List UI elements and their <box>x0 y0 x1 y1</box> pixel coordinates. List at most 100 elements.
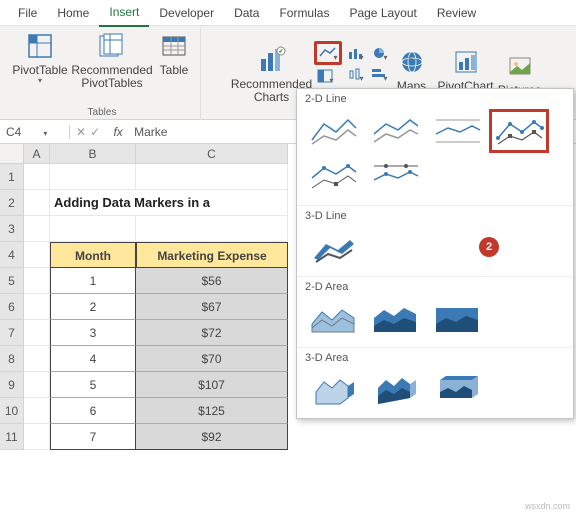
line-chart-gallery: 2-D Line 2 3-D Line 2-D Area 3-D Area <box>296 88 574 419</box>
formula-cancel-enter: ✕✓ <box>70 125 106 139</box>
select-all-corner[interactable] <box>0 144 24 164</box>
cell[interactable] <box>24 320 50 346</box>
tab-file[interactable]: File <box>8 0 47 26</box>
row-header[interactable]: 11 <box>0 424 24 450</box>
pictures-icon <box>504 50 536 82</box>
watermark: wsxdn.com <box>525 501 570 511</box>
3d-area-thumb[interactable] <box>303 368 363 412</box>
cell[interactable] <box>24 372 50 398</box>
cell[interactable] <box>24 242 50 268</box>
cell[interactable] <box>50 216 136 242</box>
tab-formulas[interactable]: Formulas <box>269 0 339 26</box>
line-with-markers-thumb[interactable] <box>489 109 549 153</box>
cell-month[interactable]: 7 <box>50 424 136 450</box>
row-header[interactable]: 3 <box>0 216 24 242</box>
cell-month[interactable]: 5 <box>50 372 136 398</box>
row-header[interactable]: 8 <box>0 346 24 372</box>
row-header[interactable]: 2 <box>0 190 24 216</box>
line-chart-thumb[interactable] <box>303 109 363 153</box>
ribbon-tabs: File Home Insert Developer Data Formulas… <box>0 0 576 26</box>
percent-stacked-area-thumb[interactable] <box>427 297 487 341</box>
header-month[interactable]: Month <box>50 242 136 268</box>
cell[interactable] <box>136 164 288 190</box>
cell[interactable] <box>24 346 50 372</box>
pivottable-button[interactable]: PivotTable ▾ <box>8 28 72 88</box>
chevron-down-icon: ▾ <box>333 53 337 62</box>
recommended-pivottables-label: Recommended PivotTables <box>71 64 152 90</box>
cell-month[interactable]: 1 <box>50 268 136 294</box>
tab-data[interactable]: Data <box>224 0 269 26</box>
stacked-area-thumb[interactable] <box>365 297 425 341</box>
annotation-badge-2: 2 <box>479 237 499 257</box>
section-2d-line <box>297 107 573 206</box>
3d-stacked-area-thumb[interactable] <box>365 368 425 412</box>
cell-expense[interactable]: $70 <box>136 346 288 372</box>
cell[interactable] <box>24 190 50 216</box>
cell[interactable] <box>136 216 288 242</box>
cell-expense[interactable]: $107 <box>136 372 288 398</box>
percent-stacked-line-thumb[interactable] <box>427 109 487 153</box>
section-3d-area-label: 3-D Area <box>297 348 573 366</box>
insert-hierarchy-chart-button[interactable]: ▾ <box>314 66 336 86</box>
stacked-line-markers-thumb[interactable] <box>303 155 363 199</box>
cell-month[interactable]: 4 <box>50 346 136 372</box>
group-tables-label: Tables <box>88 106 117 120</box>
cell[interactable] <box>24 164 50 190</box>
section-2d-area-label: 2-D Area <box>297 277 573 295</box>
cell[interactable] <box>50 164 136 190</box>
name-box[interactable]: C4▾ <box>0 125 70 139</box>
cell-month[interactable]: 3 <box>50 320 136 346</box>
row-header[interactable]: 4 <box>0 242 24 268</box>
cell[interactable] <box>24 424 50 450</box>
cell[interactable] <box>24 398 50 424</box>
3d-line-thumb[interactable] <box>303 226 363 270</box>
cell-expense[interactable]: $56 <box>136 268 288 294</box>
insert-line-chart-button[interactable]: ▾ <box>314 41 342 65</box>
cell-expense[interactable]: $67 <box>136 294 288 320</box>
col-header-b[interactable]: B <box>50 144 136 164</box>
section-3d-line <box>297 224 573 277</box>
cell[interactable] <box>24 216 50 242</box>
cell-expense[interactable]: $72 <box>136 320 288 346</box>
insert-statistic-chart-button[interactable]: ▾ <box>344 64 366 84</box>
cell-month[interactable]: 6 <box>50 398 136 424</box>
pivotchart-icon <box>450 46 482 78</box>
section-2d-area <box>297 295 573 348</box>
title-cell[interactable]: Adding Data Markers in a <box>50 190 288 216</box>
cell-expense[interactable]: $92 <box>136 424 288 450</box>
section-2d-line-label: 2-D Line <box>297 89 573 107</box>
cell[interactable] <box>24 294 50 320</box>
row-header[interactable]: 10 <box>0 398 24 424</box>
recommended-charts-icon <box>256 44 288 76</box>
tab-developer[interactable]: Developer <box>149 0 224 26</box>
tab-pagelayout[interactable]: Page Layout <box>339 0 426 26</box>
recommended-pivottables-button[interactable]: Recommended PivotTables <box>72 28 152 92</box>
row-header[interactable]: 1 <box>0 164 24 190</box>
insert-bar-chart-button[interactable]: ▾ <box>368 64 390 84</box>
row-header[interactable]: 6 <box>0 294 24 320</box>
header-expense[interactable]: Marketing Expense <box>136 242 288 268</box>
row-header[interactable]: 9 <box>0 372 24 398</box>
table-button[interactable]: Table <box>152 28 196 79</box>
cell-expense[interactable]: $125 <box>136 398 288 424</box>
tab-home[interactable]: Home <box>47 0 99 26</box>
insert-pie-chart-button[interactable]: ▾ <box>368 43 390 63</box>
cell-month[interactable]: 2 <box>50 294 136 320</box>
area-thumb[interactable] <box>303 297 363 341</box>
fx-icon[interactable]: fx <box>106 125 130 139</box>
tab-review[interactable]: Review <box>427 0 486 26</box>
row-header[interactable]: 5 <box>0 268 24 294</box>
stacked-line-thumb[interactable] <box>365 109 425 153</box>
cell[interactable] <box>24 268 50 294</box>
percent-stacked-line-markers-thumb[interactable] <box>365 155 425 199</box>
insert-column-chart-button[interactable]: ▾ <box>344 43 366 63</box>
pivottable-icon <box>24 30 56 62</box>
globe-icon <box>396 46 428 78</box>
tab-insert[interactable]: Insert <box>99 0 149 27</box>
col-header-a[interactable]: A <box>24 144 50 164</box>
3d-percent-stacked-area-thumb[interactable] <box>427 368 487 412</box>
col-header-c[interactable]: C <box>136 144 288 164</box>
recommended-pivottables-icon <box>96 30 128 62</box>
row-header[interactable]: 7 <box>0 320 24 346</box>
section-3d-line-label: 3-D Line <box>297 206 573 224</box>
